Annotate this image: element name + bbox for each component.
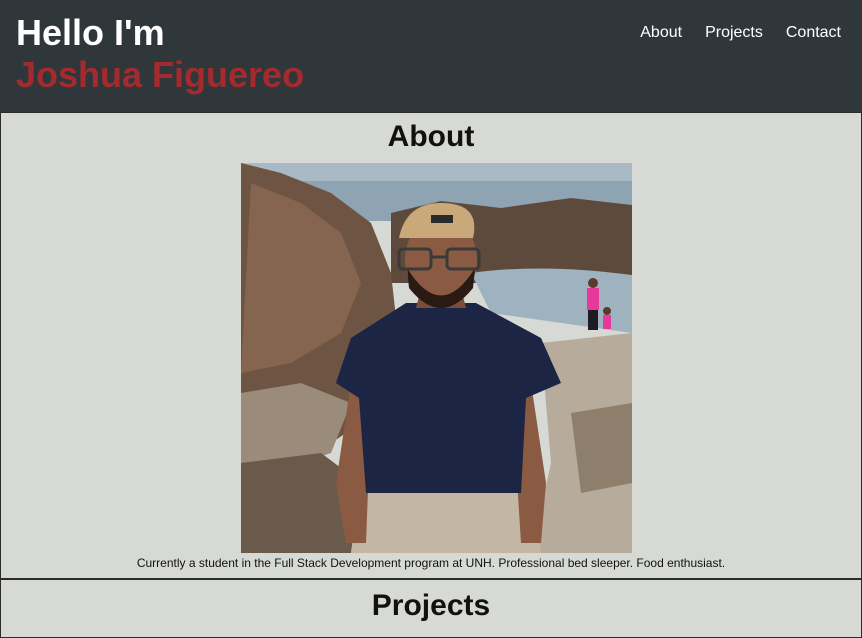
profile-photo <box>241 163 632 553</box>
hero-name: Joshua Figuereo <box>16 54 305 95</box>
hero-greeting: Hello I'm <box>16 12 165 53</box>
about-caption: Currently a student in the Full Stack De… <box>136 556 726 570</box>
profile-photo-illustration <box>241 163 632 553</box>
projects-section: Projects <box>0 578 862 638</box>
main-nav: About Projects Contact <box>640 23 841 43</box>
nav-link-about[interactable]: About <box>640 23 682 43</box>
nav-link-projects[interactable]: Projects <box>705 23 763 43</box>
site-header: Hello I'm Joshua Figuereo About Projects… <box>0 0 862 112</box>
about-section: About Currently a student in the Full St… <box>0 112 862 579</box>
nav-link-contact[interactable]: Contact <box>786 23 841 43</box>
projects-title: Projects <box>371 589 491 622</box>
about-title: About <box>387 120 475 153</box>
